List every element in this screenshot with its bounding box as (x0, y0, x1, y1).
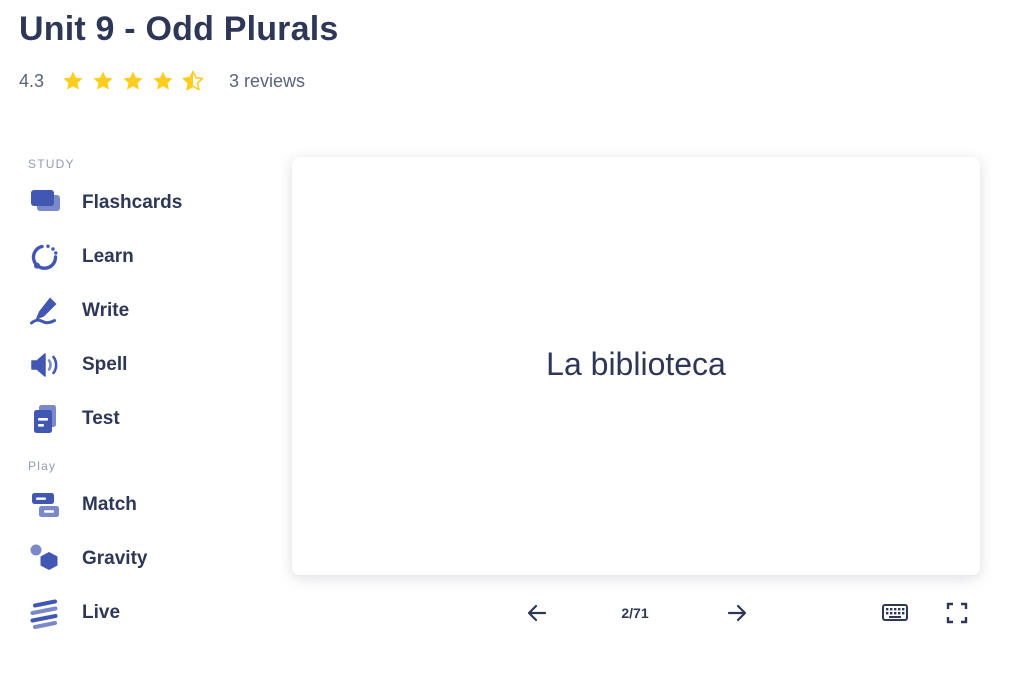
sidebar-item-spell[interactable]: Spell (28, 338, 248, 392)
fullscreen-icon (946, 602, 968, 624)
sidebar-item-test[interactable]: Test (28, 392, 248, 446)
fullscreen-button[interactable] (940, 596, 974, 630)
write-icon (28, 294, 62, 328)
flashcard-set-page: Unit 9 - Odd Plurals 4.3 3 reviews STUDY (0, 0, 1024, 676)
flashcard-controls: 2/71 (292, 596, 980, 630)
star-icon (63, 71, 83, 90)
match-icon (28, 488, 62, 522)
flashcards-icon (28, 186, 62, 220)
sidebar-item-label: Test (82, 408, 120, 429)
arrow-right-icon (727, 604, 747, 622)
sidebar-item-write[interactable]: Write (28, 284, 248, 338)
flashcard-term: La biblioteca (546, 345, 726, 382)
previous-card-button[interactable] (520, 596, 554, 630)
half-star-icon (182, 70, 204, 91)
star-icon (153, 71, 173, 90)
sidebar-item-label: Live (82, 602, 121, 623)
gravity-icon (28, 542, 62, 576)
test-icon (28, 402, 62, 436)
sidebar-item-learn[interactable]: Learn (28, 230, 248, 284)
sidebar-item-label: Match (82, 494, 137, 515)
learn-icon (28, 240, 62, 274)
sidebar-item-label: Gravity (82, 548, 148, 569)
sidebar-item-live[interactable]: Live (28, 586, 248, 640)
flashcard[interactable]: La biblioteca (292, 157, 980, 575)
sidebar-item-gravity[interactable]: Gravity (28, 532, 248, 586)
set-title: Unit 9 - Odd Plurals (19, 10, 339, 48)
sidebar-item-label: Flashcards (82, 192, 183, 213)
rating-value: 4.3 (19, 70, 45, 91)
keyboard-icon (882, 604, 908, 621)
live-icon (28, 596, 62, 630)
sidebar-item-label: Learn (82, 246, 134, 267)
sidebar-item-label: Spell (82, 354, 128, 375)
arrow-left-icon (527, 604, 547, 622)
sidebar-item-match[interactable]: Match (28, 478, 248, 532)
keyboard-shortcuts-button[interactable] (878, 596, 912, 630)
star-icon (123, 71, 143, 90)
sidebar-item-flashcards[interactable]: Flashcards (28, 176, 248, 230)
rating-stars (61, 69, 205, 93)
star-icon (93, 71, 113, 90)
spell-icon (28, 348, 62, 382)
study-section-label: STUDY (28, 157, 75, 171)
card-counter: 2/71 (621, 605, 649, 621)
next-card-button[interactable] (720, 596, 754, 630)
sidebar-item-label: Write (82, 300, 130, 321)
play-section-label: Play (28, 459, 57, 473)
reviews-count[interactable]: 3 reviews (229, 71, 305, 92)
study-mode-sidebar: STUDY Flashcards Learn Write Spell Test … (28, 152, 248, 640)
rating-row[interactable]: 4.3 3 reviews (19, 68, 305, 94)
